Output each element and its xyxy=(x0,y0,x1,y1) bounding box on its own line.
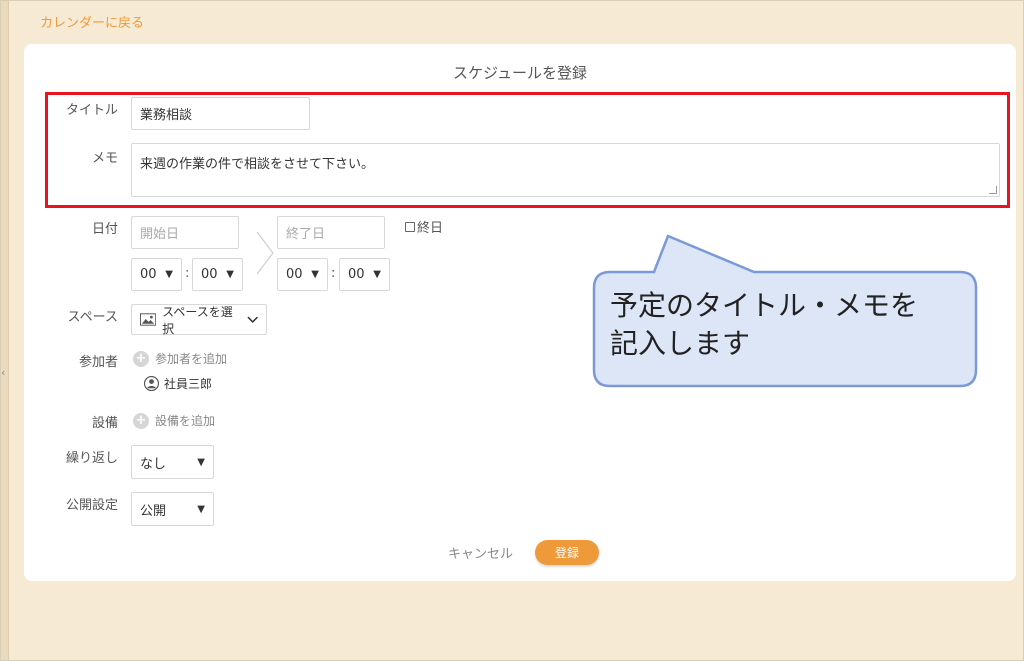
back-to-calendar-link[interactable]: カレンダーに戻る xyxy=(40,12,144,31)
end-hour-select[interactable]: 00 ▼ xyxy=(277,258,328,291)
user-icon xyxy=(144,376,159,391)
time-separator: : xyxy=(331,266,336,281)
select-space-button[interactable]: スペースを選択 xyxy=(131,304,267,336)
repeat-label: 繰り返し xyxy=(65,451,118,466)
plus-icon: + xyxy=(133,412,149,429)
all-day-label: 終日 xyxy=(417,221,444,236)
add-equipment-button[interactable]: + 設備を追加 xyxy=(133,412,215,429)
callout-text: 予定のタイトル・メモを 記入します xyxy=(610,287,970,363)
memo-text: 来週の作業の件で相談をさせて下さい。 xyxy=(140,157,375,172)
time-separator: : xyxy=(185,266,190,281)
chevron-down-icon: ▼ xyxy=(197,503,205,515)
submit-button[interactable]: 登録 xyxy=(535,540,599,565)
all-day-option[interactable]: 終日 xyxy=(405,217,443,236)
start-minute-value: 00 xyxy=(201,267,218,282)
start-minute-select[interactable]: 00 ▼ xyxy=(192,258,243,291)
form-title: スケジュールを登録 xyxy=(453,64,587,82)
cancel-button[interactable]: キャンセル xyxy=(448,543,513,562)
start-hour-select[interactable]: 00 ▼ xyxy=(131,258,182,291)
equipment-label: 設備 xyxy=(91,416,118,431)
callout-line-1: 予定のタイトル・メモを xyxy=(610,289,919,322)
left-rail: ‹ xyxy=(0,0,9,661)
chevron-down-icon: ▼ xyxy=(226,269,234,280)
chevron-down-icon: ▼ xyxy=(197,456,205,468)
all-day-checkbox[interactable] xyxy=(405,221,415,232)
add-participant-button[interactable]: + 参加者を追加 xyxy=(133,350,227,367)
plus-icon: + xyxy=(133,350,149,367)
image-icon xyxy=(140,313,157,326)
chevron-down-icon: ▼ xyxy=(165,269,173,280)
end-date-input[interactable]: 終了日 xyxy=(277,216,385,249)
title-label: タイトル xyxy=(65,103,118,118)
participant-item: 社員三郎 xyxy=(144,375,212,392)
chevron-left-icon[interactable]: ‹ xyxy=(1,366,5,379)
start-date-input[interactable]: 開始日 xyxy=(131,216,239,249)
memo-label: メモ xyxy=(91,151,118,166)
callout-line-2: 記入します xyxy=(610,327,751,360)
space-label: スペース xyxy=(67,310,118,325)
end-hour-value: 00 xyxy=(286,267,303,282)
participants-label: 参加者 xyxy=(78,355,118,370)
title-input[interactable]: 業務相談 xyxy=(131,97,310,130)
add-equipment-label: 設備を追加 xyxy=(155,414,216,428)
repeat-select[interactable]: なし ▼ xyxy=(131,445,214,479)
visibility-value: 公開 xyxy=(140,503,167,519)
visibility-label: 公開設定 xyxy=(65,498,118,513)
select-space-label: スペースを選択 xyxy=(162,304,233,336)
memo-textarea[interactable]: 来週の作業の件で相談をさせて下さい。 xyxy=(131,143,1000,197)
chevron-down-icon: ▼ xyxy=(311,269,319,280)
add-participant-label: 参加者を追加 xyxy=(155,352,228,366)
chevron-down-icon: ▼ xyxy=(373,269,381,280)
date-range-chevron-icon xyxy=(256,231,274,275)
resize-grip-icon[interactable] xyxy=(989,186,997,194)
visibility-select[interactable]: 公開 ▼ xyxy=(131,492,214,526)
chevron-down-icon xyxy=(247,316,258,323)
end-minute-value: 00 xyxy=(348,267,365,282)
start-hour-value: 00 xyxy=(140,267,157,282)
participant-name: 社員三郎 xyxy=(164,377,213,391)
repeat-value: なし xyxy=(140,456,167,472)
date-label: 日付 xyxy=(91,222,118,237)
end-minute-select[interactable]: 00 ▼ xyxy=(339,258,390,291)
